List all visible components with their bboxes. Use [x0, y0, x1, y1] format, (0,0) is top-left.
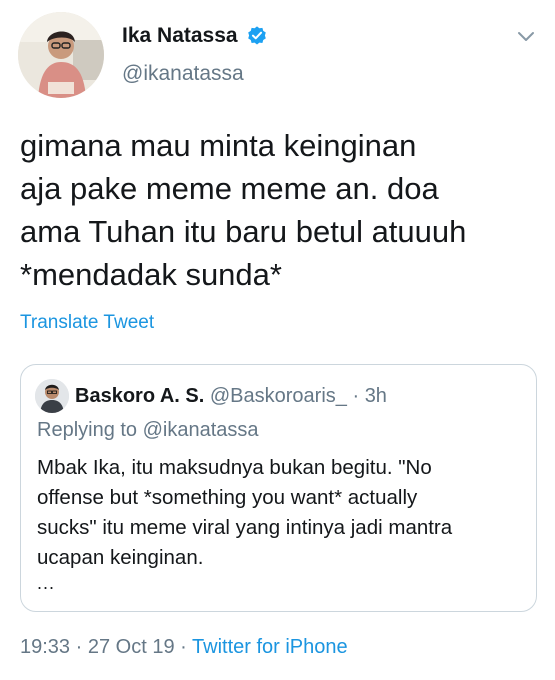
chevron-down-icon[interactable] [516, 30, 536, 44]
quoted-line: ucapan keinginan. [37, 546, 204, 569]
tweet-body: gimana mau minta keinginan aja pake meme… [20, 124, 540, 296]
quoted-separator: · [352, 385, 360, 407]
quoted-line: sucks" itu meme viral yang intinya jadi … [37, 516, 453, 539]
author-handle[interactable]: @ikanatassa [122, 62, 244, 86]
author-name[interactable]: Ika Natassa [122, 24, 238, 48]
quoted-author-photo [35, 379, 69, 413]
tweet-line: ama Tuhan itu baru betul atuuuh [20, 214, 467, 249]
quoted-author-name[interactable]: Baskoro A. S. [75, 385, 204, 407]
tweet-meta: 19:33 · 27 Oct 19 · Twitter for iPhone [20, 636, 348, 659]
quoted-tweet-card[interactable]: Baskoro A. S. @Baskoroaris_ · 3h Replyin… [20, 364, 537, 612]
meta-separator: · [180, 636, 187, 658]
tweet-line: *mendadak sunda* [20, 257, 282, 292]
quoted-more-ellipsis: ... [37, 573, 56, 593]
tweet-time[interactable]: 19:33 [20, 636, 70, 658]
author-avatar[interactable] [18, 12, 104, 98]
quoted-line: offense but *something you want* actuall… [37, 486, 418, 509]
tweet-source-link[interactable]: Twitter for iPhone [192, 636, 348, 658]
quoted-tweet-body: Mbak Ika, itu maksudnya bukan begitu. "N… [37, 453, 527, 573]
tweet-date[interactable]: 27 Oct 19 [88, 636, 175, 658]
tweet-line: aja pake meme meme an. doa [20, 171, 439, 206]
quoted-time: 3h [364, 385, 387, 407]
verified-badge-icon [247, 26, 266, 45]
meta-separator: · [75, 636, 83, 658]
tweet-line: gimana mau minta keinginan [20, 128, 417, 163]
quoted-author-handle[interactable]: @Baskoroaris_ [210, 385, 347, 407]
author-name-row: Ika Natassa [122, 24, 268, 48]
translate-tweet-link[interactable]: Translate Tweet [20, 312, 154, 334]
quoted-header: Baskoro A. S. @Baskoroaris_ · 3h [75, 385, 387, 408]
quoted-replying-to: Replying to @ikanatassa [37, 419, 259, 441]
tweet-header: Ika Natassa @ikanatassa [0, 0, 555, 110]
quoted-author-avatar[interactable] [35, 379, 69, 413]
quoted-line: Mbak Ika, itu maksudnya bukan begitu. "N… [37, 456, 432, 479]
author-photo [18, 12, 104, 98]
